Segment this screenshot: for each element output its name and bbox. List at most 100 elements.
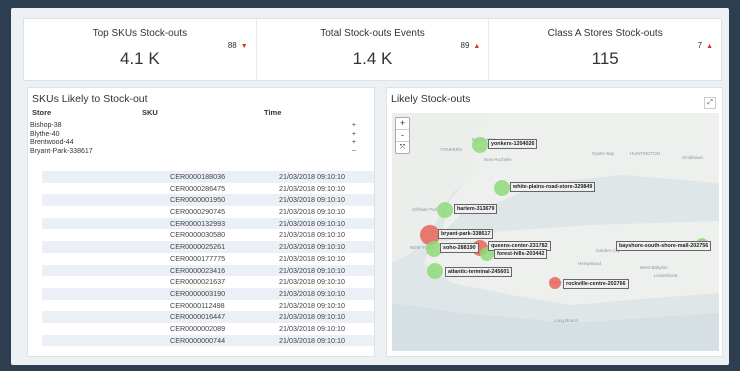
store-marker[interactable] — [427, 263, 443, 279]
store-marker[interactable] — [494, 180, 510, 196]
sku-cell: CER0000132993 — [170, 218, 226, 228]
table-row[interactable]: CER0000001950 21/03/2018 09:10:10 — [42, 194, 374, 207]
store-name: Bishop-38 — [30, 122, 62, 129]
kpi-value: 4.1 K — [119, 49, 160, 68]
kpi-value: 1.4 K — [352, 49, 393, 68]
kpi-top-skus-stockouts[interactable]: Top SKUs Stock-outs 4.1 K 88 ▼ — [24, 19, 257, 80]
sku-cell: CER0000112498 — [170, 300, 225, 310]
sku-cell: CER0000290745 — [170, 207, 226, 217]
table-row[interactable]: CER0000000744 21/03/2018 09:10:10 — [42, 334, 374, 347]
table-row[interactable]: CER0000030580 21/03/2018 09:10:10 — [42, 229, 374, 241]
sku-cell: CER0000177775 — [170, 253, 226, 263]
store-marker[interactable] — [437, 202, 453, 218]
expand-icon[interactable]: ⤢ — [704, 97, 716, 109]
skus-likely-stockout-panel: SKUs Likely to Stock-out Store SKU Time … — [27, 87, 375, 357]
likely-stockouts-map-panel: Likely Stock-outs ⤢ EastchesterYONKERSNe… — [386, 87, 723, 357]
kpi-title: Top SKUs Stock-outs — [92, 28, 188, 39]
kpi-row: Top SKUs Stock-outs 4.1 K 88 ▼ Total Stoc… — [23, 18, 722, 81]
store-marker-label[interactable]: soho-288190 — [440, 243, 479, 253]
kpi-title: Total Stock-outs Events — [320, 28, 425, 39]
time-cell: 21/03/2018 09:10:10 — [279, 277, 345, 287]
time-cell: 21/03/2018 09:10:10 — [279, 172, 345, 181]
sku-cell: CER0000030580 — [170, 230, 226, 240]
table-row[interactable]: CER0000112498 21/03/2018 09:10:10 — [42, 300, 374, 312]
table-row[interactable]: CER0000021637 21/03/2018 09:10:10 — [42, 276, 374, 288]
table-row[interactable]: CER0000286475 21/03/2018 09:10:10 — [42, 183, 374, 195]
store-group-list: Bishop-38 + Blythe-40 + Brentwood-44 + Brya… — [30, 122, 360, 156]
table-row[interactable]: CER0000025261 21/03/2018 09:10:10 — [42, 241, 374, 253]
caret-down-icon: ▼ — [240, 43, 248, 50]
store-group-row[interactable]: Bryant-Park-338617 − — [30, 148, 360, 157]
store-marker-label[interactable]: atlantic-terminal-245601 — [445, 267, 513, 277]
sku-cell: CER0000188036 — [170, 172, 226, 181]
table-row[interactable]: CER0000003190 21/03/2018 09:10:10 — [42, 287, 374, 300]
sku-cell: CER0000000744 — [170, 335, 226, 345]
reset-view-icon[interactable]: ⤧ — [396, 142, 409, 153]
table-row[interactable]: CER0000002089 21/03/2018 09:10:10 — [42, 323, 374, 335]
store-marker-label[interactable]: bayshore-south-shore-mall-202756 — [616, 241, 712, 251]
column-header-time[interactable]: Time — [264, 108, 281, 117]
stockout-map[interactable]: EastchesterYONKERSNew RochelleOyster Bay… — [392, 113, 719, 351]
panel-title: SKUs Likely to Stock-out — [32, 93, 148, 105]
kpi-total-stockout-events[interactable]: Total Stock-outs Events 1.4 K 89 ▲ — [257, 19, 490, 80]
store-group-row[interactable]: Brentwood-44 + — [30, 139, 360, 148]
time-cell: 21/03/2018 09:10:10 — [279, 218, 345, 228]
kpi-value: 115 — [591, 49, 619, 68]
table-row[interactable]: CER0000016447 21/03/2018 09:10:10 — [42, 311, 374, 323]
sku-cell: CER0000025261 — [170, 242, 226, 252]
time-cell: 21/03/2018 09:10:10 — [279, 242, 345, 252]
sku-cell: CER0000002089 — [170, 323, 226, 333]
zoom-out-button[interactable]: - — [396, 130, 409, 142]
time-cell: 21/03/2018 09:10:10 — [279, 207, 345, 217]
zoom-in-button[interactable]: + — [396, 118, 409, 130]
store-marker-label[interactable]: rockville-centre-202766 — [563, 279, 629, 289]
column-header-store[interactable]: Store — [32, 108, 51, 117]
table-row[interactable]: CER0000290745 21/03/2018 09:10:10 — [42, 206, 374, 218]
kpi-delta-value: 88 — [227, 41, 237, 50]
store-group-row[interactable]: Blythe-40 + — [30, 131, 360, 140]
time-cell: 21/03/2018 09:10:10 — [279, 312, 345, 322]
kpi-delta: 89 ▲ — [461, 41, 481, 50]
caret-up-icon: ▲ — [473, 43, 481, 50]
expand-toggle[interactable]: + — [352, 122, 356, 131]
collapse-toggle[interactable]: − — [352, 148, 356, 157]
store-marker-label[interactable]: bryant-park-338617 — [438, 229, 494, 239]
dashboard-frame: Top SKUs Stock-outs 4.1 K 88 ▼ Total Stoc… — [11, 8, 729, 365]
column-header-sku[interactable]: SKU — [142, 108, 158, 117]
sku-cell: CER0000286475 — [170, 183, 226, 193]
time-cell: 21/03/2018 09:10:10 — [279, 323, 345, 333]
map-zoom-controls: + - ⤧ — [395, 117, 410, 154]
time-cell: 21/03/2018 09:10:10 — [279, 230, 345, 240]
table-row[interactable]: CER0000188036 21/03/2018 09:10:10 — [42, 171, 374, 183]
time-cell: 21/03/2018 09:10:10 — [279, 253, 345, 263]
table-row[interactable]: CER0000023416 21/03/2018 09:10:10 — [42, 264, 374, 277]
store-marker-label[interactable]: harlem-313679 — [454, 204, 498, 214]
time-cell: 21/03/2018 09:10:10 — [279, 183, 345, 193]
kpi-delta-value: 7 — [697, 41, 703, 50]
store-marker-label[interactable]: forest-hills-203442 — [494, 249, 548, 259]
store-group-row[interactable]: Bishop-38 + — [30, 122, 360, 131]
time-cell: 21/03/2018 09:10:10 — [279, 300, 345, 310]
kpi-delta-value: 89 — [460, 41, 470, 50]
store-marker-label[interactable]: white-plains-road-store-329849 — [510, 182, 596, 192]
time-cell: 21/03/2018 09:10:10 — [279, 335, 345, 345]
kpi-title: Class A Stores Stock-outs — [547, 28, 663, 39]
store-marker[interactable] — [472, 137, 488, 153]
store-name: Blythe-40 — [30, 130, 60, 138]
time-cell: 21/03/2018 09:10:10 — [279, 288, 345, 298]
sku-cell: CER0000016447 — [170, 312, 226, 322]
expand-toggle[interactable]: + — [352, 131, 356, 140]
expand-toggle[interactable]: + — [352, 139, 356, 148]
kpi-class-a-stockouts[interactable]: Class A Stores Stock-outs 115 7 ▲ — [489, 19, 721, 80]
table-row[interactable]: CER0000132993 21/03/2018 09:10:10 — [42, 217, 374, 230]
sku-cell: CER0000021637 — [170, 277, 226, 287]
kpi-delta: 7 ▲ — [698, 41, 713, 50]
time-cell: 21/03/2018 09:10:10 — [279, 195, 345, 205]
store-name: Bryant-Park-338617 — [30, 147, 93, 155]
sku-cell: CER0000003190 — [170, 288, 226, 298]
store-marker[interactable] — [549, 277, 561, 289]
table-row[interactable]: CER0000177775 21/03/2018 09:10:10 — [42, 253, 374, 265]
panel-title: Likely Stock-outs — [391, 93, 471, 105]
sku-table: CER0000188036 21/03/2018 09:10:10 CER00002… — [42, 171, 374, 347]
store-marker-label[interactable]: yonkers-1204026 — [488, 139, 538, 149]
